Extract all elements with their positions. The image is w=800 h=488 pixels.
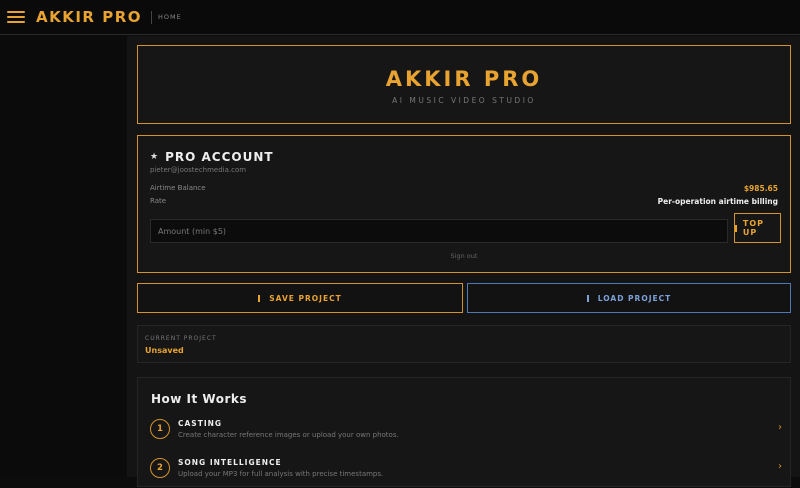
chevron-right-icon: › bbox=[778, 422, 782, 433]
step-casting[interactable]: 1 CASTING Create character reference ima… bbox=[150, 419, 782, 449]
load-project-button[interactable]: LOAD PROJECT bbox=[467, 283, 791, 313]
step-song-intelligence[interactable]: 2 SONG INTELLIGENCE Upload your MP3 for … bbox=[150, 458, 782, 488]
account-email: pieter@joostechmedia.com bbox=[150, 166, 247, 174]
top-bar: AKKIR PRO HOME bbox=[0, 0, 800, 35]
top-up-button[interactable]: TOP UP bbox=[734, 213, 781, 243]
rate-label: Rate bbox=[150, 197, 167, 205]
save-project-button[interactable]: SAVE PROJECT bbox=[137, 283, 463, 313]
current-project-card: CURRENT PROJECT Unsaved bbox=[137, 325, 791, 363]
hero-title: AKKIR PRO bbox=[385, 66, 543, 91]
balance-label: Airtime Balance bbox=[150, 184, 206, 192]
brand-logo[interactable]: AKKIR PRO bbox=[36, 8, 142, 26]
how-it-works-title: How It Works bbox=[151, 392, 248, 406]
top-up-icon bbox=[735, 224, 737, 232]
hero-subtitle: AI MUSIC VIDEO STUDIO bbox=[392, 95, 536, 105]
save-project-label: SAVE PROJECT bbox=[269, 293, 342, 303]
load-icon bbox=[586, 294, 589, 302]
save-icon bbox=[258, 294, 261, 302]
account-title-text: PRO ACCOUNT bbox=[165, 150, 274, 164]
balance-value: $985.65 bbox=[743, 184, 778, 193]
menu-icon[interactable] bbox=[7, 10, 25, 24]
account-title: ★ PRO ACCOUNT bbox=[150, 150, 274, 164]
step-title: CASTING bbox=[178, 419, 223, 428]
chevron-right-icon: › bbox=[778, 461, 782, 472]
sign-out-link[interactable]: Sign out bbox=[138, 252, 790, 260]
star-icon: ★ bbox=[150, 152, 160, 162]
top-up-label: TOP UP bbox=[742, 219, 765, 237]
main-content: AKKIR PRO AI MUSIC VIDEO STUDIO ★ PRO AC… bbox=[127, 36, 800, 487]
current-project-label: CURRENT PROJECT bbox=[145, 335, 217, 342]
account-panel: ★ PRO ACCOUNT pieter@joostechmedia.com A… bbox=[137, 135, 791, 273]
hero-banner: AKKIR PRO AI MUSIC VIDEO STUDIO bbox=[137, 45, 791, 124]
sidebar bbox=[0, 36, 127, 477]
step-number: 2 bbox=[150, 458, 170, 478]
load-project-label: LOAD PROJECT bbox=[597, 293, 672, 303]
nav-home-link[interactable]: HOME bbox=[158, 13, 182, 21]
step-description: Create character reference images or upl… bbox=[178, 431, 399, 439]
rate-value: Per-operation airtime billing bbox=[657, 197, 778, 206]
step-number: 1 bbox=[150, 419, 170, 439]
how-it-works-card: How It Works 1 CASTING Create character … bbox=[137, 377, 791, 487]
amount-input[interactable] bbox=[150, 219, 728, 243]
nav-divider bbox=[151, 10, 153, 24]
current-project-value: Unsaved bbox=[145, 346, 184, 355]
step-title: SONG INTELLIGENCE bbox=[178, 458, 282, 467]
